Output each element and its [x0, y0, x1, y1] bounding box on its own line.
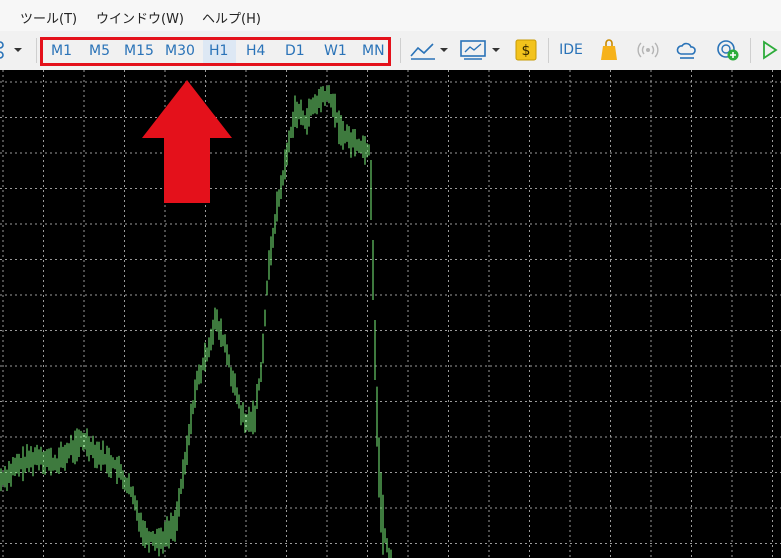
dollar-label: $ [522, 43, 531, 59]
indicator-icon[interactable] [459, 38, 505, 62]
dollar-icon[interactable]: $ [514, 38, 538, 62]
grid-icon[interactable] [0, 38, 24, 62]
menu-bar: ツール(T) ウインドウ(W) ヘルプ(H) [0, 0, 781, 31]
menu-window[interactable]: ウインドウ(W) [96, 8, 184, 27]
market-bag-icon[interactable] [597, 38, 621, 62]
menu-help[interactable]: ヘルプ(H) [202, 8, 261, 27]
add-vps-icon[interactable] [716, 38, 740, 62]
play-icon[interactable] [757, 38, 781, 62]
toolbar-separator [750, 38, 751, 63]
toolbar-separator [36, 38, 37, 63]
toolbar-separator [400, 38, 401, 63]
price-chart[interactable] [0, 70, 781, 558]
signal-icon[interactable] [636, 38, 660, 62]
timeframe-highlight-box [40, 37, 391, 66]
menu-tools[interactable]: ツール(T) [20, 8, 77, 27]
cloud-icon[interactable] [675, 38, 699, 62]
ide-button[interactable]: IDE [557, 38, 585, 62]
line-chart-icon[interactable] [408, 38, 452, 62]
toolbar-separator [548, 38, 549, 63]
